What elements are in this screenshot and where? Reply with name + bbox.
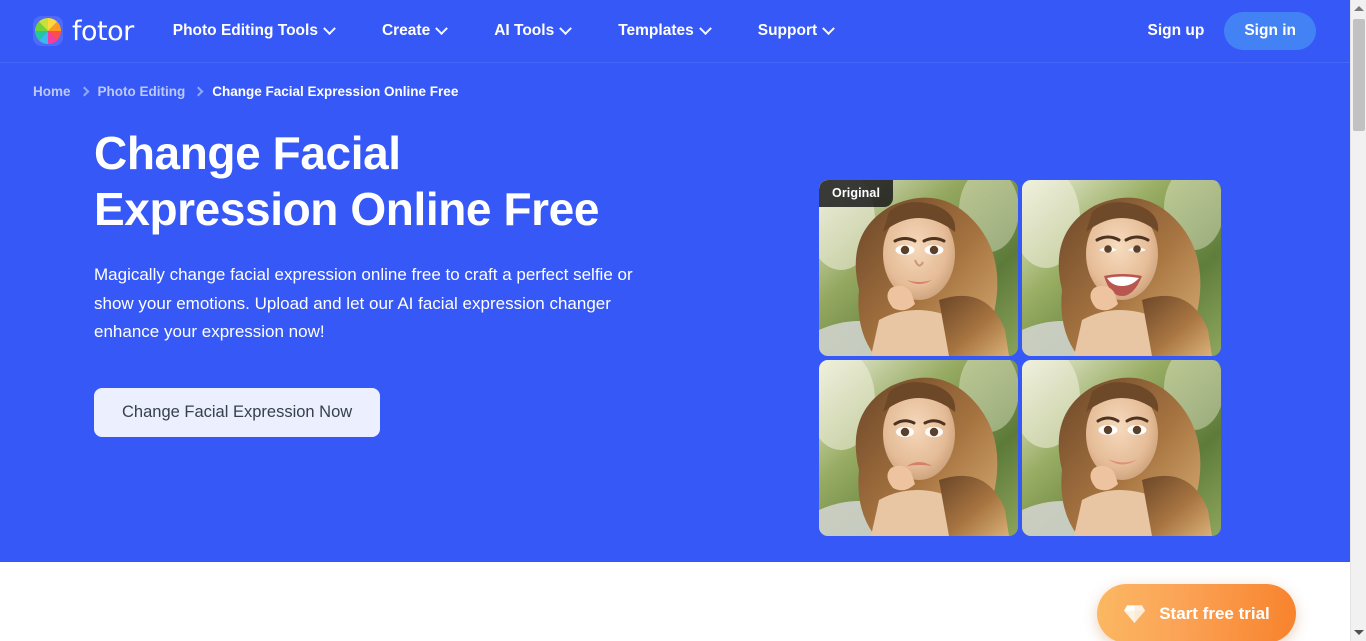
gallery-item-slight-smile[interactable] bbox=[1022, 360, 1221, 536]
main-nav-links: Photo Editing Tools Create AI Tools Temp… bbox=[172, 12, 836, 50]
nav-item-label: Support bbox=[757, 22, 818, 39]
gallery-item-original[interactable]: Original bbox=[819, 180, 1018, 356]
chevron-right-icon bbox=[79, 86, 89, 96]
change-facial-expression-now-button[interactable]: Change Facial Expression Now bbox=[94, 387, 381, 437]
nav-item-label: Templates bbox=[618, 22, 694, 39]
chevron-right-icon bbox=[193, 86, 204, 96]
scroll-up-button[interactable] bbox=[1351, 0, 1366, 17]
page-title: Change Facial Expression Online Free bbox=[94, 127, 600, 235]
nav-item-templates[interactable]: Templates bbox=[618, 12, 712, 50]
nav-item-photo-editing-tools[interactable]: Photo Editing Tools bbox=[172, 12, 336, 50]
top-navigation-bar: fotor Photo Editing Tools Create AI Tool… bbox=[0, 0, 1350, 63]
vertical-scrollbar[interactable] bbox=[1350, 0, 1366, 641]
image-grid: Original bbox=[819, 180, 1221, 536]
chevron-down-icon bbox=[822, 21, 836, 35]
nav-item-ai-tools[interactable]: AI Tools bbox=[494, 12, 573, 50]
nav-item-label: Photo Editing Tools bbox=[172, 22, 318, 39]
hero-description: Magically change facial expression onlin… bbox=[94, 265, 633, 341]
start-free-trial-button[interactable]: Start free trial bbox=[1097, 584, 1296, 641]
fotor-pinwheel-logo-icon bbox=[33, 16, 63, 46]
triangle-down-icon bbox=[1354, 630, 1364, 635]
nav-item-label: Create bbox=[381, 22, 431, 39]
diamond-gem-icon bbox=[1123, 604, 1146, 624]
sign-up-link[interactable]: Sign up bbox=[1136, 14, 1217, 48]
chevron-down-icon bbox=[698, 21, 712, 35]
nav-item-support[interactable]: Support bbox=[757, 12, 836, 50]
example-image-grid: Original bbox=[819, 180, 1221, 538]
breadcrumb: Home Photo Editing Change Facial Express… bbox=[0, 63, 1350, 103]
breadcrumb-item-home[interactable]: Home bbox=[33, 84, 71, 99]
nav-item-label: AI Tools bbox=[494, 22, 555, 39]
gallery-item-sad[interactable] bbox=[819, 360, 1018, 536]
chevron-down-icon bbox=[323, 21, 336, 35]
fotor-logo[interactable]: fotor bbox=[33, 16, 134, 46]
original-badge: Original bbox=[819, 180, 894, 207]
chevron-down-icon bbox=[435, 21, 449, 35]
triangle-up-icon bbox=[1354, 6, 1364, 11]
nav-item-create[interactable]: Create bbox=[381, 12, 449, 50]
scroll-down-button[interactable] bbox=[1351, 624, 1366, 641]
hero-section: Home Photo Editing Change Facial Express… bbox=[0, 63, 1350, 641]
hero-text-column: Change Facial Expression Online Free Mag… bbox=[94, 125, 714, 437]
breadcrumb-item-photo-editing[interactable]: Photo Editing bbox=[98, 84, 186, 99]
fotor-logo-text: fotor bbox=[72, 15, 134, 47]
page-content: fotor Photo Editing Tools Create AI Tool… bbox=[0, 0, 1350, 641]
browser-viewport: fotor Photo Editing Tools Create AI Tool… bbox=[0, 0, 1366, 641]
chevron-down-icon bbox=[559, 21, 573, 35]
gallery-item-smiling[interactable] bbox=[1022, 180, 1221, 356]
vertical-scroll-thumb[interactable] bbox=[1353, 19, 1365, 131]
start-free-trial-label: Start free trial bbox=[1159, 603, 1270, 623]
account-actions: Sign up Sign in bbox=[1136, 12, 1316, 50]
breadcrumb-item-current: Change Facial Expression Online Free bbox=[212, 83, 459, 99]
sign-in-button[interactable]: Sign in bbox=[1224, 12, 1316, 50]
